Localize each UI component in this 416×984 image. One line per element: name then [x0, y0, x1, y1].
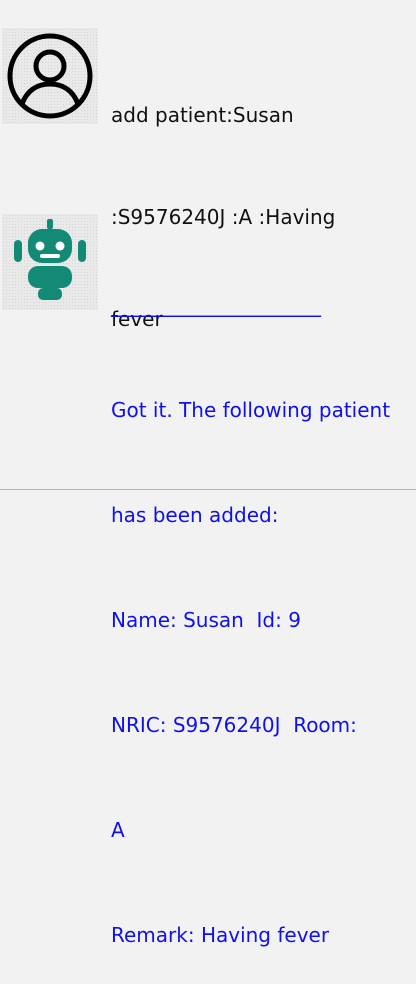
bottom-divider — [0, 489, 416, 490]
bot-message-line: A — [111, 818, 125, 842]
chat-panel: add patient:Susan :S9576240J :A :Having … — [0, 0, 416, 947]
user-message-line: add patient:Susan — [111, 103, 294, 127]
bot-message-line: Got it. The following patient — [111, 398, 391, 422]
bot-message-line: Remark: Having fever — [111, 923, 330, 947]
robot-icon — [14, 219, 86, 300]
bot-message-line: has been added: — [111, 503, 279, 527]
bot-avatar — [2, 214, 98, 310]
bot-message-line: NRIC: S9576240J Room: — [111, 713, 357, 737]
user-circle-icon — [7, 33, 93, 119]
bot-message-line: Name: Susan Id: 9 — [111, 608, 301, 632]
bot-message-text: _____________________ Got it. The follow… — [111, 218, 416, 984]
user-avatar — [2, 28, 98, 124]
bot-separator-line: _____________________ — [111, 293, 321, 317]
